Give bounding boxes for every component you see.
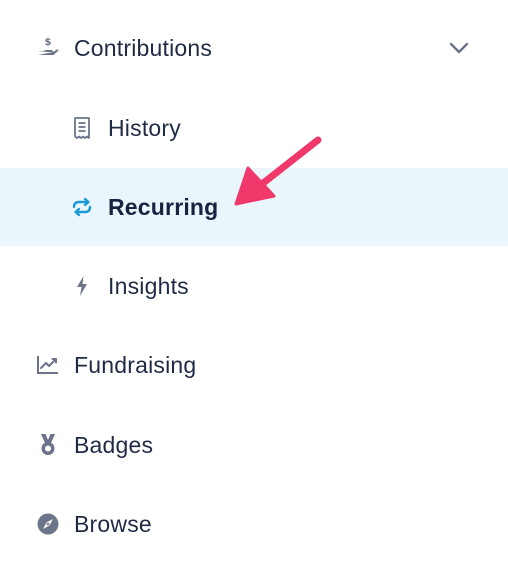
sidebar-item-label: History xyxy=(108,115,181,141)
sidebar-item-history[interactable]: History xyxy=(0,89,508,167)
receipt-icon xyxy=(70,116,94,140)
sidebar-nav: $ Contributions History Recurring Insigh… xyxy=(0,0,508,566)
sidebar-item-insights[interactable]: Insights xyxy=(0,247,508,325)
recurring-arrows-icon xyxy=(70,195,94,219)
lightning-icon xyxy=(70,274,94,298)
sidebar-item-recurring[interactable]: Recurring xyxy=(0,168,508,246)
sidebar-item-label: Browse xyxy=(74,511,152,537)
sidebar-item-label: Fundraising xyxy=(74,352,197,378)
sidebar-item-label: Recurring xyxy=(108,194,219,220)
sidebar-item-label: Contributions xyxy=(74,35,213,61)
line-chart-icon xyxy=(36,353,60,377)
hand-dollar-icon: $ xyxy=(36,36,60,60)
sidebar-item-label: Badges xyxy=(74,432,154,458)
compass-icon xyxy=(36,512,60,536)
sidebar-item-badges[interactable]: Badges xyxy=(0,406,508,484)
sidebar-item-contributions[interactable]: $ Contributions xyxy=(0,9,508,87)
sidebar-item-browse[interactable]: Browse xyxy=(0,485,508,563)
medal-icon xyxy=(36,433,60,457)
svg-text:$: $ xyxy=(45,37,52,48)
sidebar-item-label: Insights xyxy=(108,273,189,299)
sidebar-item-fundraising[interactable]: Fundraising xyxy=(0,326,508,404)
chevron-down-icon[interactable] xyxy=(448,38,470,58)
